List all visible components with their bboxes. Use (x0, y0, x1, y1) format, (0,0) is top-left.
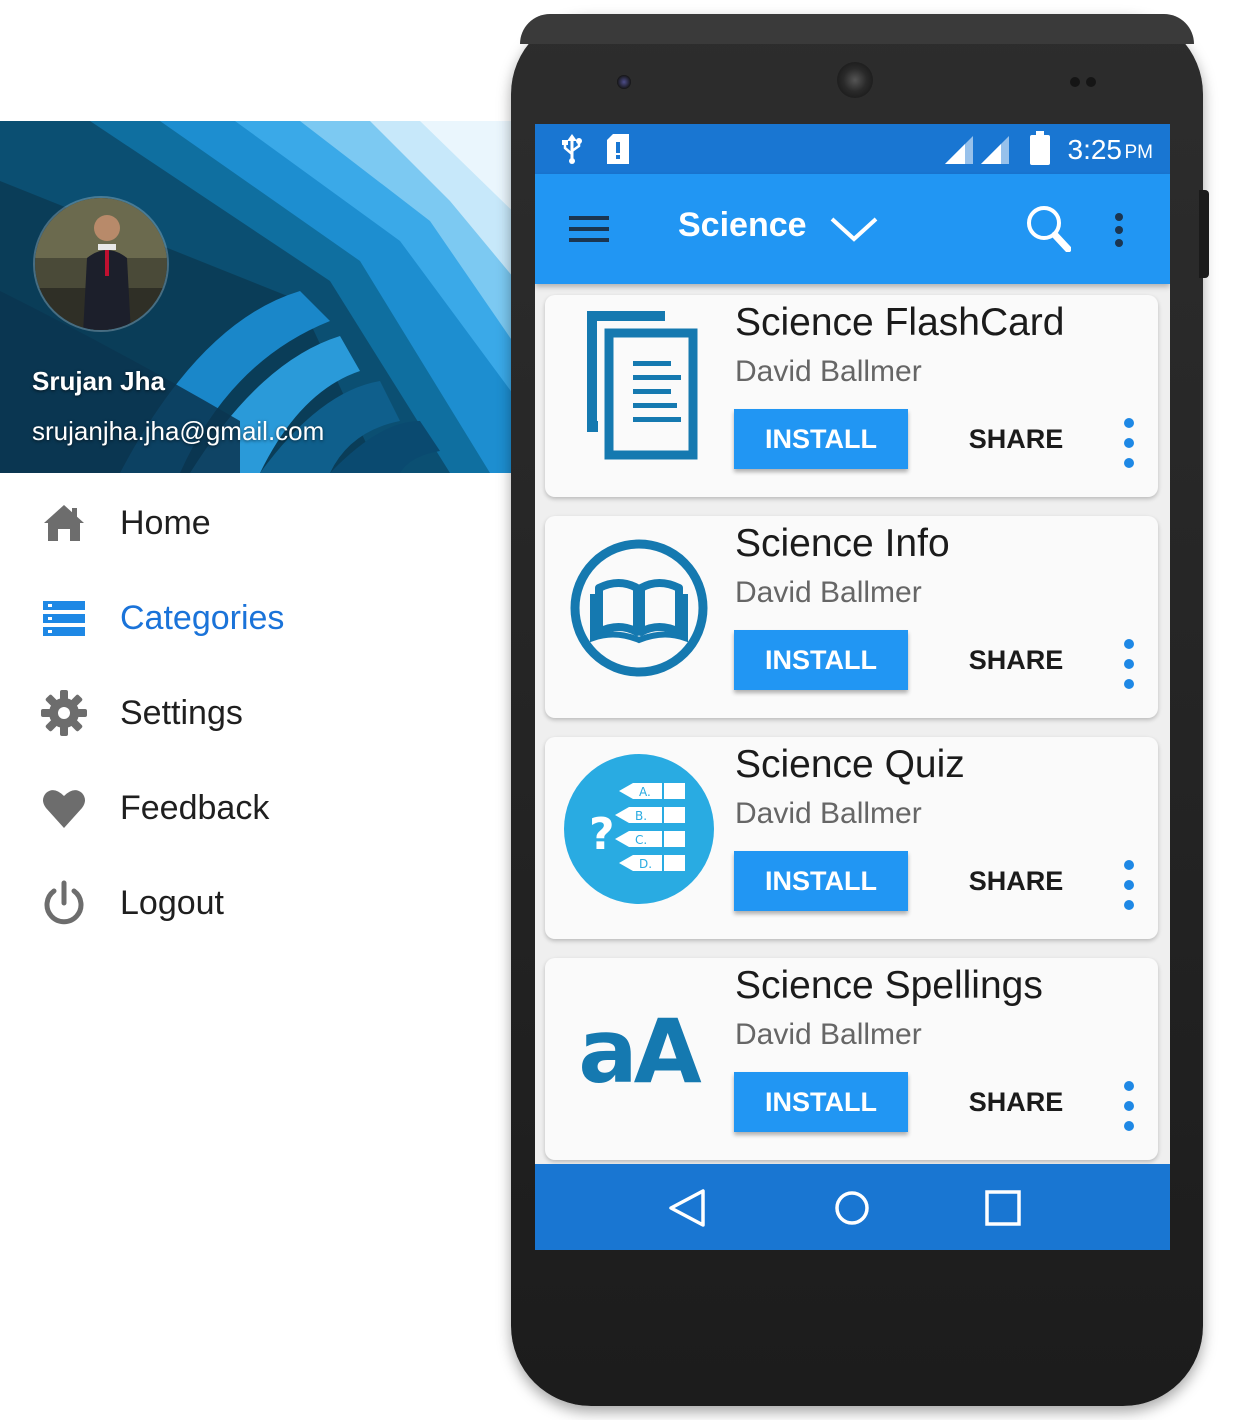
system-nav-bar (535, 1164, 1170, 1250)
install-button[interactable]: INSTALL (734, 851, 908, 911)
usb-icon (561, 134, 583, 169)
quiz-icon: ? A. B. C. D. (553, 745, 723, 915)
flashcard-icon (553, 303, 723, 473)
spellings-icon-text: aA (578, 999, 701, 1103)
drawer-header: Srujan Jha srujanjha.jha@gmail.com (0, 121, 533, 473)
menu-label: Home (120, 503, 211, 542)
signal-icon (945, 136, 973, 169)
search-icon[interactable] (1025, 204, 1072, 257)
app-author: David Ballmer (735, 576, 922, 609)
phone-top-edge (520, 14, 1194, 44)
app-bar: Science (535, 174, 1170, 284)
menu-label: Feedback (120, 788, 270, 827)
phone-screen: 3:25 PM Science Science FlashCard David … (535, 124, 1170, 1250)
svg-text:D.: D. (639, 857, 652, 871)
app-author: David Ballmer (735, 797, 922, 830)
gear-icon (40, 689, 88, 737)
install-button[interactable]: INSTALL (734, 630, 908, 690)
menu-label: Logout (120, 883, 224, 922)
app-author: David Ballmer (735, 1018, 922, 1051)
svg-text:C.: C. (635, 833, 647, 847)
share-button[interactable]: SHARE (960, 851, 1072, 911)
power-icon (40, 879, 88, 927)
power-key (1199, 190, 1209, 278)
user-name: Srujan Jha (32, 366, 165, 396)
app-title: Science Quiz (735, 743, 965, 786)
user-email: srujanjha.jha@gmail.com (32, 416, 325, 446)
menu-label: Categories (120, 598, 285, 637)
chevron-down-icon[interactable] (829, 214, 879, 249)
menu-icon[interactable] (569, 214, 609, 249)
svg-text:A.: A. (639, 785, 651, 799)
clock-time: 3:25 (1067, 134, 1123, 165)
battery-icon (1030, 131, 1050, 170)
more-vert-icon[interactable] (1117, 417, 1141, 471)
app-card[interactable]: Science FlashCard David Ballmer INSTALL … (545, 295, 1158, 497)
earpiece-speaker (837, 62, 873, 98)
clock-ampm: PM (1124, 142, 1154, 163)
more-vert-icon[interactable] (1117, 1080, 1141, 1134)
home-circle-icon[interactable] (830, 1186, 874, 1230)
app-title[interactable]: Science (678, 206, 807, 245)
navigation-drawer: Srujan Jha srujanjha.jha@gmail.com Home … (0, 121, 533, 1166)
menu-item-categories[interactable]: Categories (0, 578, 533, 658)
proximity-sensor (1070, 74, 1104, 87)
app-card[interactable]: aA Science Spellings David Ballmer INSTA… (545, 958, 1158, 1160)
share-button[interactable]: SHARE (960, 1072, 1072, 1132)
app-card[interactable]: ? A. B. C. D. Science Quiz David Ballmer… (545, 737, 1158, 939)
more-vert-icon[interactable] (1117, 638, 1141, 692)
install-button[interactable]: INSTALL (734, 409, 908, 469)
app-title: Science Info (735, 522, 950, 565)
menu-label: Settings (120, 693, 243, 732)
heart-icon (40, 784, 88, 832)
install-button[interactable]: INSTALL (734, 1072, 908, 1132)
app-author: David Ballmer (735, 355, 922, 388)
front-camera (617, 75, 631, 89)
avatar[interactable] (33, 196, 169, 332)
app-card[interactable]: Science Info David Ballmer INSTALL SHARE (545, 516, 1158, 718)
more-vert-icon[interactable] (1113, 212, 1125, 253)
menu-item-settings[interactable]: Settings (0, 673, 533, 753)
app-title: Science FlashCard (735, 301, 1065, 344)
categories-icon (40, 594, 88, 642)
status-bar: 3:25 PM (535, 124, 1170, 174)
back-icon[interactable] (665, 1186, 709, 1230)
share-button[interactable]: SHARE (960, 409, 1072, 469)
svg-text:?: ? (589, 809, 615, 860)
menu-item-feedback[interactable]: Feedback (0, 768, 533, 848)
home-icon (40, 499, 88, 547)
menu-item-logout[interactable]: Logout (0, 863, 533, 943)
sd-card-icon (605, 134, 631, 169)
spellings-icon: aA (553, 966, 723, 1136)
more-vert-icon[interactable] (1117, 859, 1141, 913)
signal-icon (981, 136, 1009, 169)
share-button[interactable]: SHARE (960, 630, 1072, 690)
menu-item-home[interactable]: Home (0, 483, 533, 563)
recents-icon[interactable] (981, 1186, 1025, 1230)
svg-text:B.: B. (635, 809, 647, 823)
app-title: Science Spellings (735, 964, 1043, 1007)
book-icon (553, 524, 723, 694)
